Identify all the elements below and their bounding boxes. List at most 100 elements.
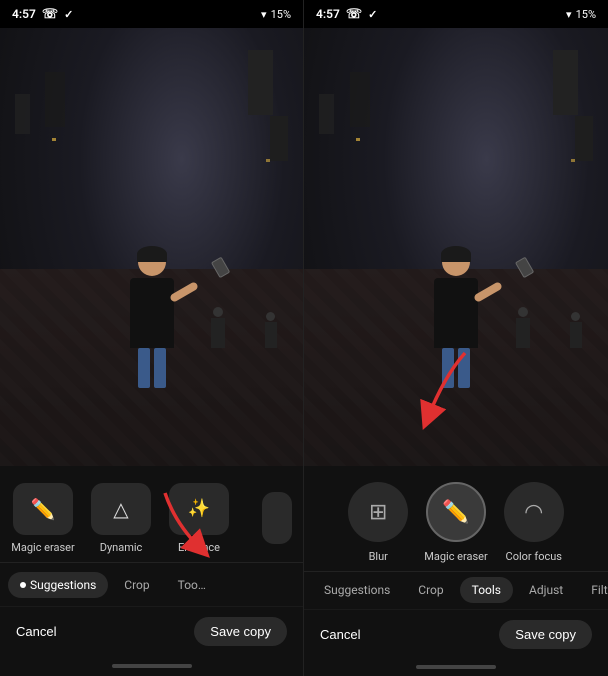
tab-crop-right[interactable]: Crop (406, 577, 455, 603)
color-focus-icon: ◠ (524, 500, 543, 525)
tab-suggestions-right[interactable]: Suggestions (312, 577, 402, 603)
magic-eraser-label-right: Magic eraser (424, 550, 488, 563)
left-tools-scroll: ✏️ Magic eraser △ Dynamic ✨ Enhance (0, 466, 303, 562)
right-battery-icon: 15% (576, 8, 596, 21)
right-phone-panel: 4:57 ☏ ✓ ▾ 15% (304, 0, 608, 676)
left-wifi-icon: ▾ (261, 8, 267, 21)
person-hair (137, 246, 167, 262)
tab-suggestions-left[interactable]: Suggestions (8, 572, 108, 598)
magic-eraser-icon-right: ✏️ (442, 500, 469, 525)
left-status-bar: 4:57 ☏ ✓ ▾ 15% (0, 0, 303, 28)
light-2 (266, 159, 270, 162)
person-body (130, 278, 174, 348)
r-bg-person-1 (514, 307, 532, 357)
right-person-head (442, 248, 470, 276)
r-bg-head-1 (518, 307, 528, 317)
enhance-label: Enhance (178, 541, 220, 554)
r-bg-body-1 (516, 318, 530, 348)
left-whatsapp-icon: ☏ (42, 7, 58, 22)
right-home-indicator (304, 659, 608, 676)
left-home-bar (112, 664, 192, 668)
right-bottom-bar: Cancel Save copy (304, 609, 608, 659)
r-building-1 (319, 94, 334, 134)
left-photo-scene (0, 28, 303, 466)
building-1 (15, 94, 30, 134)
left-tools-area: ✏️ Magic eraser △ Dynamic ✨ Enhance (0, 466, 303, 676)
right-tools-area: ⊞ Blur ✏️ Magic eraser ◠ Color focus (304, 466, 608, 676)
building-3 (248, 50, 273, 115)
right-time: 4:57 (316, 7, 340, 21)
r-building-2 (350, 72, 370, 127)
r-bg-body-2 (570, 322, 582, 348)
filters-label-right: Filters (591, 583, 608, 597)
right-cancel-button[interactable]: Cancel (320, 627, 360, 642)
enhance-icon-box: ✨ (169, 483, 229, 535)
left-status-right: ▾ 15% (261, 8, 291, 21)
left-battery-icon: 15% (271, 8, 291, 21)
right-check-icon: ✓ (368, 8, 377, 21)
partial-icon-box (262, 492, 292, 544)
bg-body-1 (211, 318, 225, 348)
tab-adjust-right[interactable]: Adjust (517, 577, 575, 603)
left-bottom-bar: Cancel Save copy (0, 606, 303, 656)
blur-icon: ⊞ (369, 500, 387, 525)
right-tab-bar: Suggestions Crop Tools Adjust Filters (304, 571, 608, 609)
suggestions-label-right: Suggestions (324, 583, 390, 597)
tools-partial-label-left: Too… (178, 578, 206, 592)
right-person-body (434, 278, 478, 348)
crop-label-right: Crop (418, 583, 443, 597)
building-4 (270, 116, 288, 161)
person-figure (117, 248, 187, 378)
right-tools-scroll: ⊞ Blur ✏️ Magic eraser ◠ Color focus (304, 466, 608, 571)
left-tab-bar: Suggestions Crop Too… (0, 562, 303, 606)
tool-magic-eraser-right[interactable]: ✏️ Magic eraser (424, 482, 488, 563)
light-1 (52, 138, 56, 141)
dynamic-icon-box: △ (91, 483, 151, 535)
left-cancel-button[interactable]: Cancel (16, 624, 56, 639)
tool-blur[interactable]: ⊞ Blur (348, 482, 408, 563)
tool-partial[interactable] (242, 492, 303, 544)
left-phone-panel: 4:57 ☏ ✓ ▾ 15% (0, 0, 304, 676)
tool-color-focus[interactable]: ◠ Color focus (504, 482, 564, 563)
r-left-leg (442, 348, 454, 388)
tool-magic-eraser[interactable]: ✏️ Magic eraser (8, 483, 78, 554)
tab-tools-right[interactable]: Tools (460, 577, 513, 603)
tab-filters-right[interactable]: Filters (579, 577, 608, 603)
right-photo-scene (304, 28, 608, 466)
color-focus-label: Color focus (506, 550, 562, 563)
bg-body-2 (265, 322, 277, 348)
left-photo-area (0, 28, 303, 466)
tab-crop-left[interactable]: Crop (112, 572, 161, 598)
left-home-indicator (0, 656, 303, 676)
right-status-bar: 4:57 ☏ ✓ ▾ 15% (304, 0, 608, 28)
right-save-button[interactable]: Save copy (499, 620, 592, 649)
left-leg (138, 348, 150, 388)
adjust-label-right: Adjust (529, 583, 563, 597)
right-person-figure (421, 248, 491, 378)
bg-head-1 (213, 307, 223, 317)
color-focus-icon-circle: ◠ (504, 482, 564, 542)
right-person-hair (441, 246, 471, 262)
suggestions-label-left: Suggestions (30, 578, 96, 592)
r-building-4 (575, 116, 593, 161)
tab-tools-partial-left[interactable]: Too… (166, 572, 218, 598)
left-status-left: 4:57 ☏ ✓ (12, 7, 73, 22)
person-head (138, 248, 166, 276)
bg-person-1 (209, 307, 227, 357)
right-status-right: ▾ 15% (566, 8, 596, 21)
tool-enhance[interactable]: ✨ Enhance (164, 483, 234, 554)
right-wifi-icon: ▾ (566, 8, 572, 21)
enhance-icon: ✨ (188, 498, 210, 519)
right-home-bar (416, 665, 496, 669)
r-bg-person-2 (568, 312, 584, 357)
r-building-3 (553, 50, 578, 115)
dynamic-icon: △ (113, 497, 128, 521)
left-time: 4:57 (12, 7, 36, 21)
magic-eraser-icon: ✏️ (31, 497, 56, 521)
r-light-1 (356, 138, 360, 141)
tool-dynamic[interactable]: △ Dynamic (86, 483, 156, 554)
dynamic-label: Dynamic (100, 541, 143, 554)
left-check-icon: ✓ (64, 8, 73, 21)
blur-label: Blur (369, 550, 388, 563)
left-save-button[interactable]: Save copy (194, 617, 287, 646)
